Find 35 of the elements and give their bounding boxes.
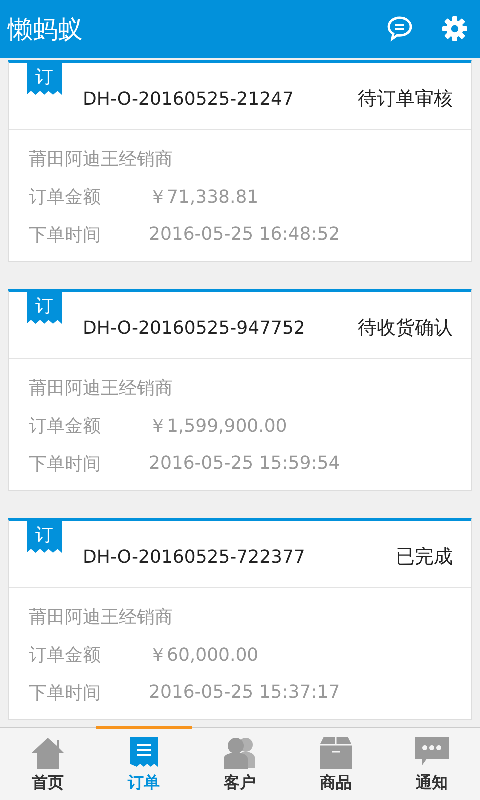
order-status: 待订单审核 — [358, 87, 453, 112]
order-badge: 订 — [27, 292, 62, 324]
order-status: 待收货确认 — [358, 316, 453, 341]
people-icon — [222, 736, 258, 770]
settings-icon[interactable] — [442, 16, 468, 42]
dealer-name: 莆田阿迪王经销商 — [29, 376, 173, 400]
dealer-name: 莆田阿迪王经销商 — [29, 606, 173, 628]
field-label: 订单金额 — [29, 414, 102, 438]
box-icon — [319, 736, 353, 770]
field-label: 下单时间 — [29, 682, 102, 704]
order-number: DH-O-20160525-947752 — [83, 316, 306, 338]
order-time: 2016-05-25 15:37:17 — [149, 682, 340, 703]
order-status: 已完成 — [396, 545, 453, 570]
field-label: 订单金额 — [29, 644, 102, 666]
order-badge: 订 — [27, 63, 62, 95]
field-label: 下单时间 — [29, 224, 102, 246]
field-label: 下单时间 — [29, 452, 102, 476]
tab[interactable]: 商品 — [288, 726, 384, 800]
receipt-icon — [129, 736, 159, 770]
order-number: DH-O-20160525-722377 — [83, 546, 306, 568]
order-amount: ￥71,338.81 — [149, 186, 259, 208]
order-time: 2016-05-25 16:48:52 — [149, 224, 340, 245]
order-time: 2016-05-25 15:59:54 — [149, 453, 340, 474]
order-number: DH-O-20160525-21247 — [83, 88, 295, 110]
tab[interactable]: 通知 — [384, 726, 480, 800]
app-title: 懒蚂蚁 — [8, 14, 84, 46]
chat-icon[interactable] — [386, 15, 414, 43]
order-badge: 订 — [27, 521, 62, 553]
order-amount: ￥60,000.00 — [149, 644, 259, 666]
tab[interactable]: 首页 — [0, 726, 96, 800]
order-amount: ￥1,599,900.00 — [149, 414, 288, 438]
field-label: 订单金额 — [29, 186, 102, 208]
house-icon — [30, 736, 66, 770]
dealer-name: 莆田阿迪王经销商 — [29, 148, 173, 170]
tab[interactable]: 客户 — [192, 726, 288, 800]
